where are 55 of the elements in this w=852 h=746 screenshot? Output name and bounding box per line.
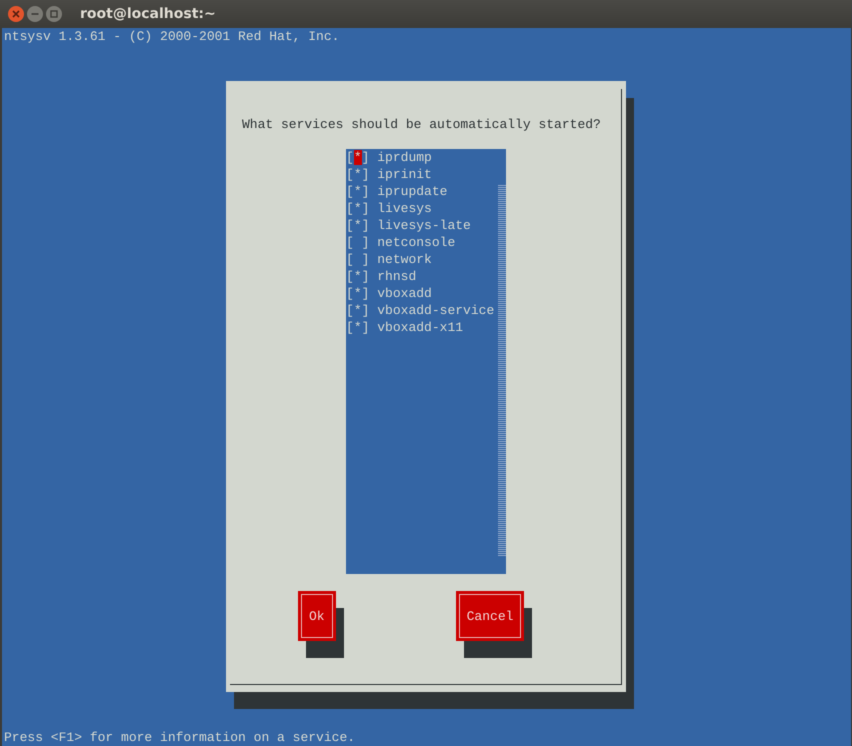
close-icon: [12, 10, 20, 18]
service-label[interactable]: iprupdate: [377, 183, 448, 200]
checkbox-bracket: [: [346, 218, 354, 233]
checkbox-bracket: ]: [362, 252, 370, 267]
checkbox-bracket: [: [346, 303, 354, 318]
checkbox-bracket: ]: [362, 150, 370, 165]
checkbox-bracket: [: [346, 269, 354, 284]
check-mark[interactable]: *: [354, 303, 362, 318]
service-label[interactable]: livesys-late: [377, 217, 471, 234]
checkbox-bracket: ]: [362, 167, 370, 182]
check-mark[interactable]: *: [354, 150, 362, 165]
checkbox-bracket: [: [346, 201, 354, 216]
ok-button[interactable]: Ok: [298, 591, 336, 641]
cancel-button[interactable]: Cancel: [456, 591, 524, 641]
maximize-icon: [50, 10, 58, 18]
service-label[interactable]: network: [377, 251, 432, 268]
scrollbar[interactable]: [498, 184, 506, 556]
checkbox-bracket: ]: [362, 269, 370, 284]
question-text: What services should be automatically started?: [242, 116, 601, 133]
service-label[interactable]: livesys: [377, 200, 432, 217]
check-mark[interactable]: *: [354, 286, 362, 301]
service-label[interactable]: netconsole: [377, 234, 456, 251]
maximize-button[interactable]: [46, 6, 62, 22]
checkbox-bracket: ]: [362, 303, 370, 318]
minimize-icon: [32, 13, 38, 15]
checkbox-bracket: ]: [362, 218, 370, 233]
check-mark[interactable]: *: [354, 201, 362, 216]
check-mark[interactable]: *: [354, 167, 362, 182]
status-text: Press <F1> for more information on a service.: [3, 729, 356, 746]
checkbox-bracket: [: [346, 286, 354, 301]
service-label[interactable]: iprdump: [377, 149, 432, 166]
checkbox-bracket: ]: [362, 286, 370, 301]
check-mark[interactable]: *: [354, 218, 362, 233]
close-button[interactable]: [8, 6, 24, 22]
window-title: root@localhost:~: [80, 4, 216, 24]
checkbox-bracket: ]: [362, 320, 370, 335]
service-label[interactable]: iprinit: [377, 166, 432, 183]
checkbox-bracket: ]: [362, 201, 370, 216]
check-mark[interactable]: *: [354, 184, 362, 199]
service-label[interactable]: vboxadd-x11: [377, 319, 464, 336]
checkbox-bracket: [: [346, 167, 354, 182]
header-text: ntsysv 1.3.61 - (C) 2000-2001 Red Hat, Inc.: [3, 28, 340, 45]
service-label[interactable]: vboxadd: [377, 285, 432, 302]
minimize-button[interactable]: [27, 6, 43, 22]
checkbox-bracket: [: [346, 235, 354, 250]
service-label[interactable]: rhnsd: [377, 268, 416, 285]
checkbox-bracket: ]: [362, 235, 370, 250]
service-label[interactable]: vboxadd-service: [377, 302, 494, 319]
checkbox-bracket: [: [346, 184, 354, 199]
check-mark[interactable]: *: [354, 320, 362, 335]
checkbox-bracket: [: [346, 320, 354, 335]
check-mark[interactable]: *: [354, 269, 362, 284]
checkbox-bracket: ]: [362, 184, 370, 199]
checkbox-bracket: [: [346, 150, 354, 165]
checkbox-bracket: [: [346, 252, 354, 267]
